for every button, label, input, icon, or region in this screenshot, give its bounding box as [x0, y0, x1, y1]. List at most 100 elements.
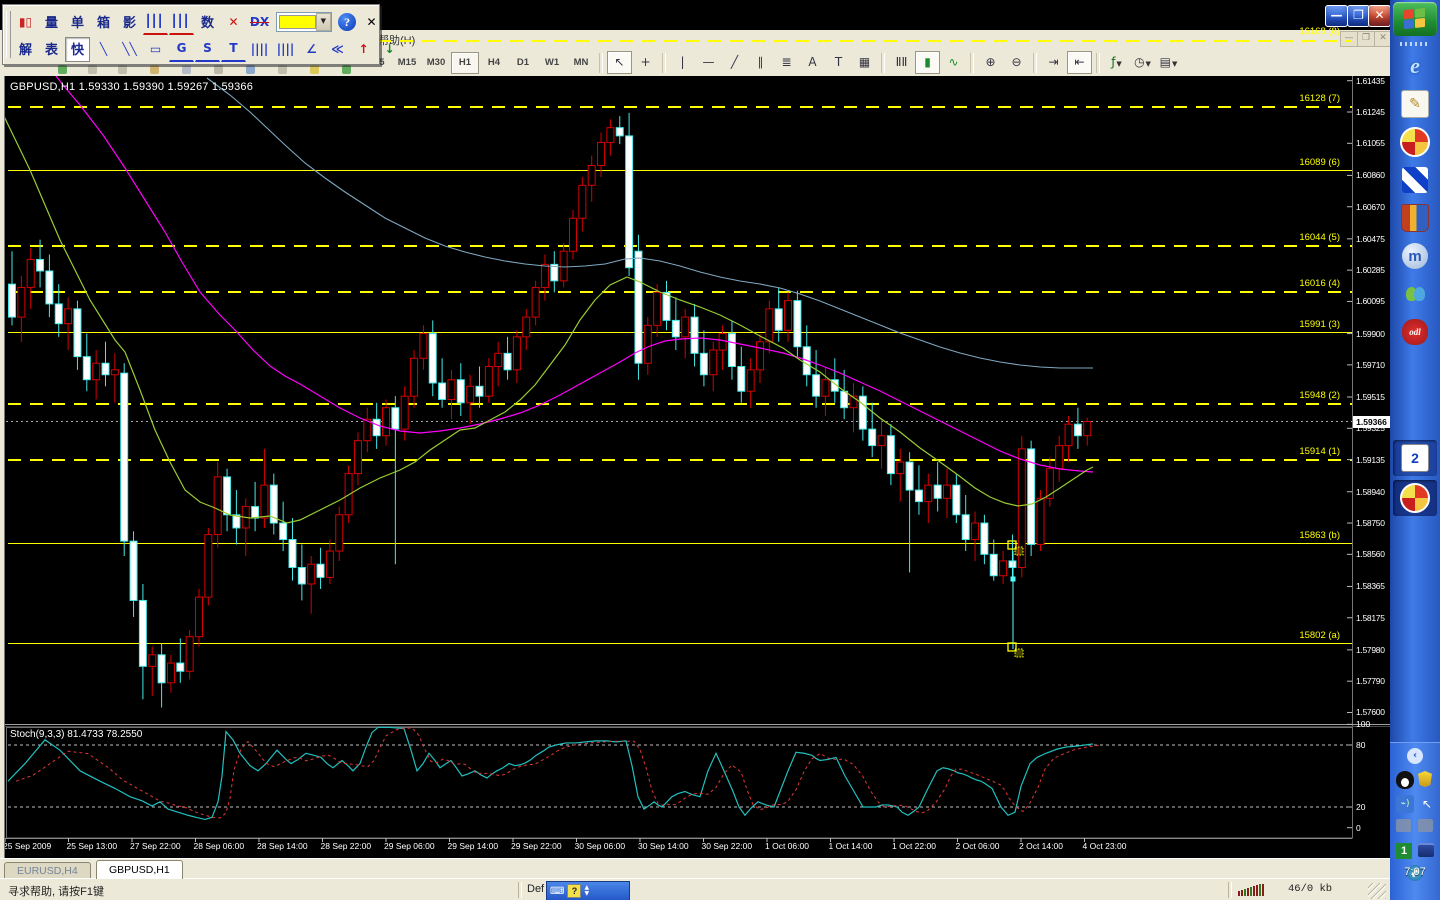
line-tool[interactable]: ╲ — [91, 37, 116, 62]
period-button-d1[interactable]: D1 — [509, 52, 537, 74]
chart-shift-button[interactable]: ⇤ — [1067, 51, 1092, 74]
quick-launch-slot[interactable]: m — [1398, 240, 1432, 272]
ie-icon[interactable]: e — [1402, 53, 1428, 79]
speed-tool[interactable]: S — [195, 36, 220, 62]
arrow-up-tool[interactable]: ↑ — [351, 37, 376, 62]
auto-scroll-button[interactable]: ⇥ — [1041, 51, 1066, 74]
swirl-active-icon[interactable] — [1400, 483, 1430, 513]
odl-icon[interactable]: odl — [1402, 319, 1428, 345]
histogram-1[interactable]: ⎢⎢⎢ — [143, 9, 168, 35]
toolbar-grip[interactable] — [6, 11, 11, 58]
period-button-h1[interactable]: H1 — [451, 51, 479, 74]
qq-icon[interactable] — [1396, 771, 1414, 789]
close-toolbar-button[interactable]: ✕ — [359, 10, 384, 35]
start-button[interactable] — [1393, 2, 1437, 36]
color-dropdown-button[interactable]: ▼ — [315, 13, 331, 31]
vlines-tool-1[interactable]: |||| — [247, 37, 272, 62]
quick-launch-slot[interactable] — [1398, 164, 1432, 196]
line-color-picker[interactable]: ▼ — [276, 12, 332, 32]
tool-量[interactable]: 量 — [39, 10, 64, 35]
fan-tool[interactable]: ≪ — [325, 37, 350, 62]
crosshair-button[interactable]: + — [633, 51, 658, 74]
quick-launch-slot[interactable] — [1398, 278, 1432, 310]
notepad-icon[interactable]: ✎ — [1401, 90, 1429, 118]
parallel-lines-tool[interactable]: ╲╲ — [117, 37, 142, 62]
trendline-button[interactable]: ╱ — [722, 51, 747, 74]
resize-grip[interactable] — [1368, 883, 1386, 899]
notebook-icon[interactable] — [1418, 843, 1434, 857]
chart-canvas[interactable] — [0, 76, 1390, 858]
calendar-icon[interactable]: 1 — [1396, 843, 1412, 859]
hide-chevron-icon[interactable]: ‹ — [1407, 748, 1423, 764]
network-icon[interactable]: ⌁) — [1396, 795, 1414, 813]
equidistant-channel-button[interactable]: ∥ — [748, 51, 773, 74]
floating-toolbar[interactable]: ▮▯ 量单箱影 ⎢⎢⎢ ⎢⎢⎢ 数 ✕ DX ▼? ✕ 解表快 ╲ ╲╲ ▭ G S T |||| |||| ∠ ≪… — [2, 4, 395, 65]
desktop-icon[interactable] — [1402, 167, 1428, 193]
quick-launch-slot[interactable]: ✎ — [1398, 88, 1432, 120]
pointer-icon[interactable]: ↖ — [1418, 795, 1436, 813]
delete-dx[interactable]: DX — [247, 10, 272, 35]
scanner-icon[interactable] — [1396, 819, 1411, 832]
chart-tab-gbpusd-h1[interactable]: GBPUSD,H1 — [96, 860, 183, 879]
line-chart-button[interactable]: ∿ — [941, 51, 966, 74]
bar-chart-button[interactable]: ⅡⅡ — [889, 51, 914, 74]
gann-tool[interactable]: G — [169, 36, 194, 62]
tool-快[interactable]: 快 — [65, 36, 90, 62]
period-button-h4[interactable]: H4 — [480, 52, 508, 74]
quick-launch-slot[interactable] — [1398, 126, 1432, 158]
shapes-button[interactable]: ▦ — [852, 51, 877, 74]
text-button[interactable]: A — [800, 51, 825, 74]
tool-单[interactable]: 单 — [65, 10, 90, 35]
close-button[interactable]: ✕ — [1368, 5, 1391, 27]
period-menu-button[interactable]: ◷▼ — [1130, 51, 1155, 74]
horizontal-line-button[interactable]: — — [696, 51, 721, 74]
ime-help-icon[interactable]: ? — [567, 884, 582, 898]
minimize-button[interactable]: — — [1325, 5, 1348, 27]
vertical-line-button[interactable]: | — [670, 51, 695, 74]
ime-panel[interactable]: ⌨ ? ▲ ▼ — [546, 881, 630, 900]
indicators-button[interactable]: ƒ▼ — [1104, 51, 1129, 74]
maxthon-icon[interactable]: m — [1402, 243, 1428, 269]
period-button-m30[interactable]: M30 — [422, 52, 450, 74]
shield-icon[interactable] — [1418, 771, 1432, 787]
chart-tab-eurusd-h4[interactable]: EURUSD,H4 — [4, 862, 91, 879]
fibonacci-button[interactable]: ≣ — [774, 51, 799, 74]
keyboard-icon[interactable]: ⌨ — [550, 886, 564, 897]
vlines-tool-2[interactable]: |||| — [273, 37, 298, 62]
maximize-button[interactable]: ❐ — [1347, 5, 1370, 27]
tool-表[interactable]: 表 — [39, 37, 64, 62]
ime-spinner[interactable]: ▲ ▼ — [584, 885, 589, 897]
period-button-mn[interactable]: MN — [567, 52, 595, 74]
arrow-down-tool[interactable]: ↓ — [377, 37, 402, 62]
child-minimize-button[interactable]: — — [1340, 31, 1358, 47]
messenger-icon[interactable] — [1402, 281, 1428, 307]
candlestick-chart-button[interactable]: ▮ — [915, 51, 940, 74]
text-label-button[interactable]: T — [826, 51, 851, 74]
help-button[interactable]: ? — [338, 13, 356, 31]
quick-launch-slot[interactable]: e — [1398, 50, 1432, 82]
candle-tool[interactable]: ▮▯ — [13, 10, 38, 35]
paint-icon[interactable] — [1401, 204, 1429, 232]
period-button-w1[interactable]: W1 — [538, 52, 566, 74]
level-line-161688[interactable] — [378, 40, 1352, 42]
tool-影[interactable]: 影 — [117, 10, 142, 35]
status-profile[interactable]: Def — [527, 883, 544, 895]
taskbar-clock[interactable]: 7:07 — [1390, 866, 1440, 878]
rectangle-tool[interactable]: ▭ — [143, 37, 168, 62]
doc-2-icon[interactable]: 2 — [1401, 444, 1429, 472]
tool-解[interactable]: 解 — [13, 37, 38, 62]
quick-launch-slot[interactable]: odl — [1398, 316, 1432, 348]
zoom-out-button[interactable]: ⊖ — [1004, 51, 1029, 74]
task-window-button-swirl-active[interactable] — [1393, 480, 1437, 516]
cursor-button[interactable]: ↖ — [607, 51, 632, 74]
angle-tool[interactable]: ∠ — [299, 37, 324, 62]
tool-数[interactable]: 数 — [195, 10, 220, 35]
delete-cross[interactable]: ✕ — [221, 10, 246, 35]
tool-箱[interactable]: 箱 — [91, 10, 116, 35]
child-restore-button[interactable]: ❐ — [1357, 31, 1375, 47]
printer-icon[interactable] — [1418, 819, 1433, 832]
time-tool[interactable]: T — [221, 36, 246, 62]
task-window-button-doc-2[interactable]: 2 — [1393, 440, 1437, 476]
zoom-in-button[interactable]: ⊕ — [978, 51, 1003, 74]
swirl-icon[interactable] — [1400, 127, 1430, 157]
